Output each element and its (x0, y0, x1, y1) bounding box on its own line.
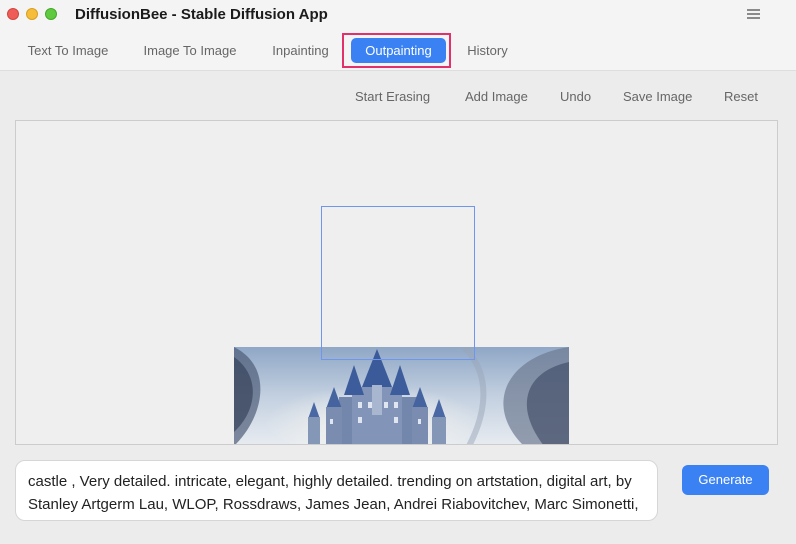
minimize-window-button[interactable] (26, 8, 38, 20)
undo-button[interactable]: Undo (560, 89, 591, 104)
tab-inpainting[interactable]: Inpainting (259, 38, 342, 63)
castle-image (234, 344, 569, 444)
save-image-button[interactable]: Save Image (623, 89, 692, 104)
hamburger-menu-icon[interactable] (747, 9, 760, 20)
prompt-input[interactable]: castle , Very detailed. intricate, elega… (15, 460, 658, 521)
app-title: DiffusionBee - Stable Diffusion App (75, 6, 328, 23)
tab-image-to-image[interactable]: Image To Image (131, 38, 249, 63)
tab-history[interactable]: History (455, 38, 520, 63)
tab-outpainting[interactable]: Outpainting (351, 38, 446, 63)
outpainting-canvas[interactable] (15, 120, 778, 445)
start-erasing-button[interactable]: Start Erasing (355, 89, 430, 104)
outpaint-selection-box[interactable] (321, 206, 475, 360)
tab-text-to-image[interactable]: Text To Image (16, 38, 120, 63)
close-window-button[interactable] (7, 8, 19, 20)
add-image-button[interactable]: Add Image (465, 89, 528, 104)
title-bar: DiffusionBee - Stable Diffusion App (0, 0, 796, 30)
reset-button[interactable]: Reset (724, 89, 758, 104)
tab-bar: Text To Image Image To Image Inpainting … (0, 30, 796, 71)
zoom-window-button[interactable] (45, 8, 57, 20)
generate-button[interactable]: Generate (682, 465, 769, 495)
